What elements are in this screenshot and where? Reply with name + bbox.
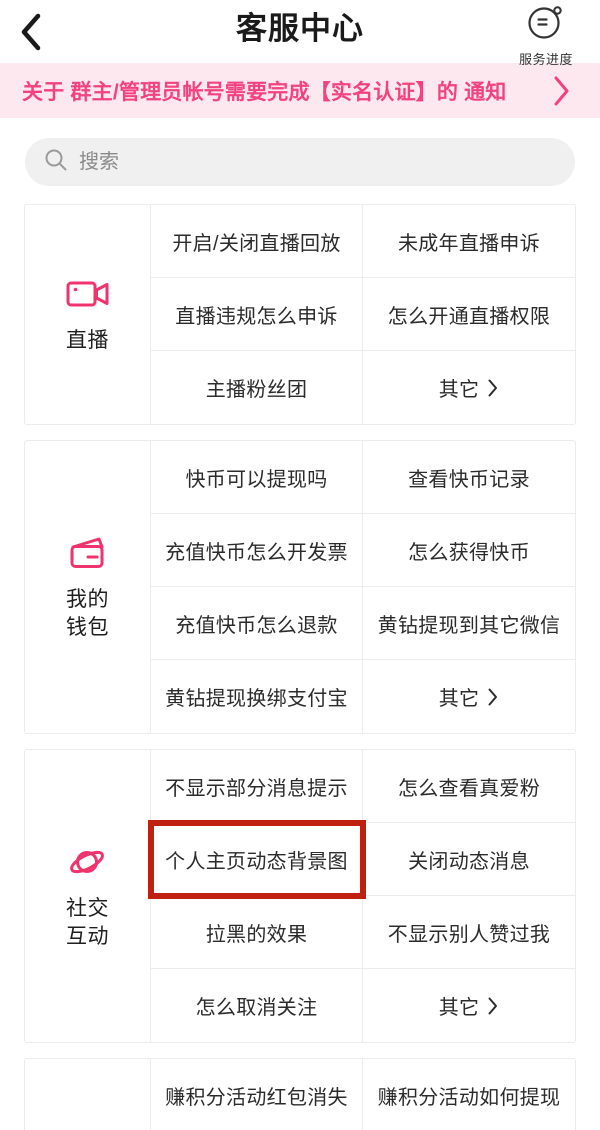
chevron-right-icon (487, 687, 499, 707)
notice-text: 关于 群主/管理员帐号需要完成【实名认证】的 通知 (22, 80, 507, 104)
planet-icon (65, 842, 111, 887)
faq-item[interactable]: 不显示别人赞过我 (363, 896, 575, 969)
faq-item[interactable]: 拉黑的效果 (151, 896, 363, 969)
faq-item[interactable]: 赚积分活动红包消失 (151, 1059, 363, 1130)
search-icon (43, 147, 69, 178)
category-label-social-line2: 互动 (66, 924, 109, 948)
faq-item-more-label: 其它 (438, 379, 480, 401)
faq-item[interactable]: 未成年直播申诉 (363, 205, 575, 278)
faq-item[interactable]: 关闭动态消息 (363, 823, 575, 896)
faq-item-highlighted[interactable]: 个人主页动态背景图 (148, 820, 366, 899)
faq-item-more-label: 其它 (438, 997, 480, 1019)
faq-item[interactable]: 不显示部分消息提示 (151, 750, 363, 823)
category-items-wallet: 快币可以提现吗 查看快币记录 充值快币怎么开发票 怎么获得快币 充值快币怎么退款… (151, 441, 575, 733)
faq-item[interactable]: 主播粉丝团 (151, 351, 363, 424)
chevron-right-icon (487, 378, 499, 398)
faq-item[interactable]: 黄钻提现换绑支付宝 (151, 660, 363, 733)
category-items-points: 赚积分活动红包消失 赚积分活动如何提现 (151, 1059, 575, 1130)
chevron-right-icon (487, 996, 499, 1016)
faq-item[interactable]: 充值快币怎么退款 (151, 587, 363, 660)
category-label-wallet-line2: 钱包 (66, 615, 109, 639)
faq-item[interactable]: 怎么取消关注 (151, 969, 363, 1042)
service-progress-label: 服务进度 (518, 52, 573, 67)
faq-item[interactable]: 查看快币记录 (363, 441, 575, 514)
app-header: 客服中心 服务进度 (0, 0, 600, 67)
faq-item-more[interactable]: 其它 (363, 351, 575, 424)
faq-item[interactable]: 怎么开通直播权限 (363, 278, 575, 351)
service-face-icon (526, 2, 566, 47)
faq-item[interactable]: 怎么查看真爱粉 (363, 750, 575, 823)
notice-banner[interactable]: 关于 群主/管理员帐号需要完成【实名认证】的 通知 (0, 63, 600, 118)
video-camera-icon (65, 274, 111, 319)
category-card-live: 直播 开启/关闭直播回放 未成年直播申诉 直播违规怎么申诉 怎么开通直播权限 主… (24, 204, 576, 425)
faq-item[interactable]: 快币可以提现吗 (151, 441, 363, 514)
search-section (0, 118, 600, 204)
category-header-social[interactable]: 社交 互动 (25, 750, 151, 1042)
faq-item[interactable]: 黄钻提现到其它微信 (363, 587, 575, 660)
faq-item-more-label: 其它 (438, 688, 480, 710)
category-card-list: 直播 开启/关闭直播回放 未成年直播申诉 直播违规怎么申诉 怎么开通直播权限 主… (0, 204, 600, 1130)
category-card-wallet: 我的 钱包 快币可以提现吗 查看快币记录 充值快币怎么开发票 怎么获得快币 充值… (24, 440, 576, 734)
service-progress-button[interactable]: 服务进度 (504, 2, 588, 68)
category-label-live: 直播 (66, 329, 109, 352)
category-label-wallet-line1: 我的 (66, 587, 109, 611)
category-items-live: 开启/关闭直播回放 未成年直播申诉 直播违规怎么申诉 怎么开通直播权限 主播粉丝… (151, 205, 575, 424)
faq-item[interactable]: 赚积分活动如何提现 (363, 1059, 575, 1130)
category-card-points: 赚积分活动红包消失 赚积分活动如何提现 (24, 1058, 576, 1130)
faq-item[interactable]: 直播违规怎么申诉 (151, 278, 363, 351)
category-header-wallet[interactable]: 我的 钱包 (25, 441, 151, 733)
search-input[interactable] (79, 138, 575, 186)
faq-item[interactable]: 充值快币怎么开发票 (151, 514, 363, 587)
category-header-live[interactable]: 直播 (25, 205, 151, 424)
faq-item-more[interactable]: 其它 (363, 660, 575, 733)
category-label-social-line1: 社交 (66, 896, 109, 920)
chevron-right-icon (542, 74, 582, 108)
search-box[interactable] (25, 138, 575, 186)
wallet-icon (66, 533, 110, 578)
faq-item[interactable]: 开启/关闭直播回放 (151, 205, 363, 278)
faq-item[interactable]: 怎么获得快币 (363, 514, 575, 587)
page-scroll-area[interactable]: 直播 开启/关闭直播回放 未成年直播申诉 直播违规怎么申诉 怎么开通直播权限 主… (0, 118, 600, 1130)
faq-item-more[interactable]: 其它 (363, 969, 575, 1042)
category-card-social: 社交 互动 不显示部分消息提示 怎么查看真爱粉 个人主页动态背景图 关闭动态消息… (24, 749, 576, 1043)
category-items-social: 不显示部分消息提示 怎么查看真爱粉 个人主页动态背景图 关闭动态消息 拉黑的效果… (148, 750, 575, 1042)
category-header-points[interactable] (25, 1059, 151, 1130)
